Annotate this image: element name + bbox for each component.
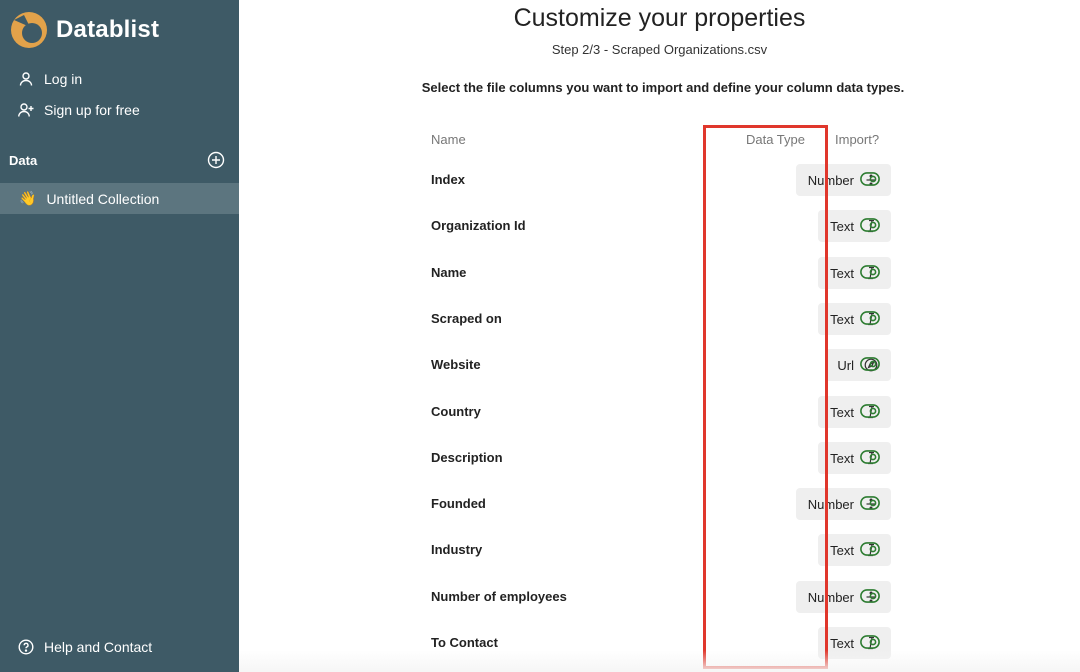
wave-emoji-icon: 👋: [19, 190, 37, 206]
data-type-label: Text: [830, 635, 854, 651]
page-title: Customize your properties: [513, 4, 806, 32]
brand[interactable]: Datablist: [10, 11, 159, 49]
import-toggle[interactable]: [860, 218, 880, 232]
data-type-label: Text: [830, 542, 854, 558]
data-type-select[interactable]: Text: [818, 257, 891, 289]
data-type-label: Number: [807, 172, 854, 188]
data-section-label: Data: [9, 152, 38, 168]
data-type-label: Text: [830, 311, 854, 327]
help-circle-icon: [18, 639, 34, 655]
table-row-9: Number of employees Number: [431, 581, 891, 613]
user-plus-icon: [18, 102, 34, 118]
import-toggle[interactable]: [860, 496, 880, 510]
row-column-name: To Contact: [431, 635, 498, 650]
row-column-name: Description: [431, 450, 503, 465]
import-toggle[interactable]: [860, 635, 880, 649]
table-row-2: Name Text: [431, 257, 891, 289]
signup-label: Sign up for free: [44, 102, 140, 118]
data-type-label: Text: [830, 404, 854, 420]
data-type-select[interactable]: Text: [818, 303, 891, 335]
import-toggle[interactable]: [860, 542, 880, 556]
table-row-10: To Contact Text: [431, 627, 891, 659]
login-label: Log in: [44, 71, 83, 87]
table-row-8: Industry Text: [431, 534, 891, 566]
column-header-name: Name: [431, 132, 466, 147]
data-type-label: Number: [807, 496, 854, 512]
help-link[interactable]: Help and Contact: [18, 639, 152, 655]
add-collection-icon[interactable]: [207, 151, 225, 169]
row-column-name: Industry: [431, 542, 483, 557]
column-header-data-type: Data Type: [745, 132, 805, 147]
data-type-label: Text: [830, 265, 854, 281]
import-toggle[interactable]: [860, 357, 880, 371]
import-toggle[interactable]: [860, 589, 880, 603]
row-column-name: Name: [431, 265, 467, 280]
data-type-label: Url: [837, 357, 854, 373]
table-row-3: Scraped on Text: [431, 303, 891, 335]
row-column-name: Index: [431, 172, 465, 187]
data-type-select[interactable]: Url: [825, 349, 891, 381]
row-column-name: Organization Id: [431, 218, 526, 233]
table-row-0: Index Number: [431, 164, 891, 196]
import-toggle[interactable]: [860, 311, 880, 325]
data-type-select[interactable]: Text: [818, 627, 891, 659]
row-column-name: Website: [431, 357, 481, 372]
data-type-label: Number: [807, 589, 854, 605]
row-column-name: Scraped on: [431, 311, 502, 326]
brand-name: Datablist: [56, 16, 160, 43]
table-row-5: Country Text: [431, 396, 891, 428]
datablist-logo-icon: [11, 12, 47, 48]
data-type-label: Text: [830, 450, 854, 466]
login-link[interactable]: Log in: [18, 71, 82, 87]
table-row-1: Organization Id Text: [431, 210, 891, 242]
data-type-select[interactable]: Text: [818, 396, 891, 428]
data-section-header: Data: [9, 151, 225, 169]
page-instructions: Select the file columns you want to impo…: [421, 80, 905, 95]
row-column-name: Country: [431, 404, 481, 419]
row-column-name: Number of employees: [431, 589, 567, 604]
column-header-import: Import?: [835, 132, 880, 147]
signup-link[interactable]: Sign up for free: [18, 102, 140, 118]
help-label: Help and Contact: [44, 639, 153, 655]
sidebar-item-untitled-collection[interactable]: 👋 Untitled Collection: [0, 183, 239, 214]
import-toggle[interactable]: [860, 450, 880, 464]
import-toggle[interactable]: [860, 265, 880, 279]
main-content: Customize your properties Step 2/3 - Scr…: [239, 0, 1080, 672]
data-type-select[interactable]: Text: [818, 210, 891, 242]
page-subtitle: Step 2/3 - Scraped Organizations.csv: [551, 42, 768, 57]
user-icon: [18, 71, 34, 87]
data-type-select[interactable]: Text: [818, 442, 891, 474]
import-toggle[interactable]: [860, 404, 880, 418]
table-row-4: Website Url: [431, 349, 891, 381]
table-row-6: Description Text: [431, 442, 891, 474]
sidebar: Datablist Log in Sign up for free Data 👋…: [0, 0, 239, 672]
row-column-name: Founded: [431, 496, 486, 511]
collection-label: Untitled Collection: [46, 190, 160, 207]
data-type-select[interactable]: Text: [818, 534, 891, 566]
table-row-7: Founded Number: [431, 488, 891, 520]
import-toggle[interactable]: [860, 172, 880, 186]
data-type-label: Text: [830, 218, 854, 234]
